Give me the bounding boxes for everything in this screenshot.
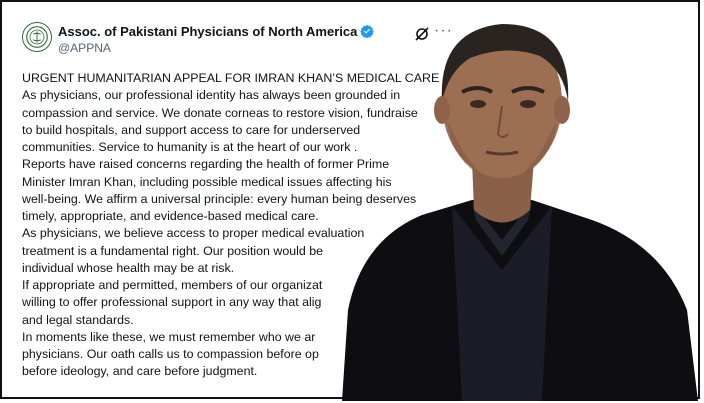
appna-logo-avatar[interactable]	[22, 22, 52, 52]
screenshot-frame: Assoc. of Pakistani Physicians of North …	[0, 0, 700, 401]
account-handle[interactable]: @APPNA	[58, 41, 111, 55]
portrait-photo	[302, 10, 698, 401]
